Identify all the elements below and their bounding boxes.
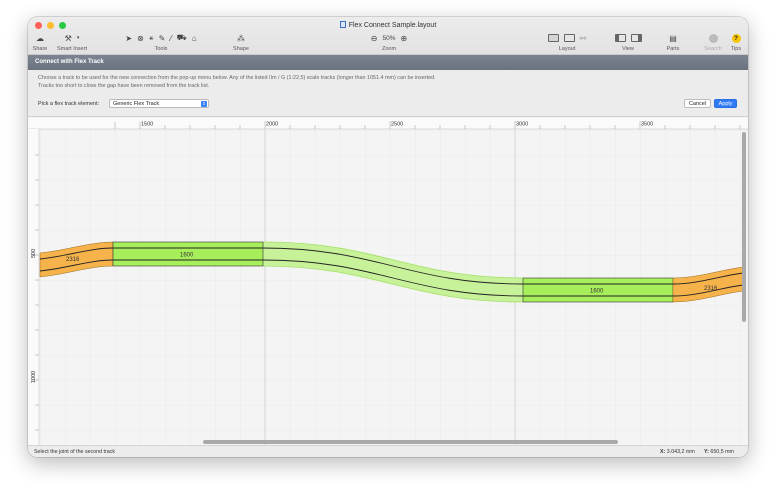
parts-button[interactable]: ▤ Parts [664, 32, 682, 53]
description-line-2: Tracks too short to close the gap have b… [38, 83, 210, 89]
search-label: Search [704, 46, 722, 52]
tips-button[interactable]: ? Tips [728, 32, 744, 52]
share-label: Share [32, 46, 48, 52]
layout-group: ⚯ Layout [542, 32, 592, 52]
share-button[interactable]: ☁ Share [32, 32, 48, 53]
selected-track-value: Generic Flex Track [113, 101, 160, 107]
ruler-y-tick: 500 [31, 249, 37, 258]
popup-arrows-icon: ⇕ [201, 101, 207, 107]
pen-tool-icon[interactable]: ✎ [159, 34, 166, 43]
search-icon [708, 33, 718, 43]
ruler-x-tick: 2500 [391, 122, 403, 128]
flex-track-popup[interactable]: Generic Flex Track ⇕ [109, 99, 209, 108]
dialog-header: Connect with Flex Track [28, 55, 748, 70]
track-plan-svg[interactable]: 1500 2000 2500 3000 3500 500 1000 2316 1… [28, 118, 748, 445]
zoom-label: Zoom [381, 46, 397, 52]
y-coordinate: Y: 650,5 mm [704, 449, 734, 455]
left-straight-track-label: 1600 [180, 253, 194, 259]
right-straight-track-label: 1600 [590, 289, 604, 295]
delete-tool-icon[interactable]: ⊗ [137, 34, 144, 43]
tips-label: Tips [730, 46, 742, 52]
window-title-text: Flex Connect Sample.layout [348, 22, 437, 29]
shape-label: Shape [233, 46, 249, 52]
search-button[interactable]: Search [702, 32, 724, 52]
cancel-button[interactable]: Cancel [684, 99, 711, 108]
train-tool-icon[interactable]: ⛟ [177, 33, 187, 43]
link-icon[interactable]: ⚯ [580, 34, 587, 43]
layout-label: Layout [558, 46, 576, 52]
layout-canvas[interactable]: 1500 2000 2500 3000 3500 500 1000 2316 1… [28, 118, 748, 445]
window-title: Flex Connect Sample.layout [28, 21, 748, 29]
building-tool-icon[interactable]: ⌂ [192, 34, 197, 43]
shape-button[interactable]: ⁂ Shape [230, 32, 252, 53]
ruler-x-tick: 2000 [266, 122, 278, 128]
smart-insert-label: Smart Insert [57, 46, 87, 52]
x-coordinate-label: X: [660, 449, 666, 455]
app-window: Flex Connect Sample.layout ☁ Share ⚒ ▾ Sm… [28, 17, 748, 457]
dialog-description: Choose a track to be used for the new co… [38, 74, 678, 90]
horizontal-scrollbar[interactable] [203, 440, 618, 444]
description-line-1: Choose a track to be used for the new co… [38, 75, 436, 81]
y-coordinate-value: 650,5 mm [710, 449, 734, 455]
ruler-y-tick: 1000 [31, 371, 37, 383]
ruler-x-tick: 3500 [641, 122, 653, 128]
zoom-group: ⊖ 50% ⊕ Zoom [360, 32, 418, 53]
flex-track-panel: Choose a track to be used for the new co… [28, 70, 748, 117]
right-sidebar-icon[interactable] [630, 34, 642, 42]
dialog-title: Connect with Flex Track [35, 59, 104, 65]
split-view-icon[interactable] [563, 34, 575, 42]
y-coordinate-label: Y: [704, 449, 709, 455]
titlebar: Flex Connect Sample.layout ☁ Share ⚒ ▾ Sm… [28, 17, 748, 55]
vertical-scrollbar[interactable] [742, 132, 746, 322]
tools-group: ➤ ⊗ ⚹ ✎ ⁄ ⛟ ⌂ Tools [112, 32, 210, 52]
view-group: View [613, 32, 643, 52]
x-coordinate-value: 3.043,2 mm [666, 449, 695, 455]
tools-label: Tools [154, 46, 168, 52]
ruler-x-tick: 1500 [141, 122, 153, 128]
layout-view-icon[interactable] [547, 34, 559, 42]
left-curved-track-label: 2316 [66, 257, 80, 263]
shape-icon: ⁂ [237, 33, 245, 43]
cloud-icon: ☁ [36, 33, 44, 43]
zoom-in-icon[interactable]: ⊕ [401, 34, 408, 43]
status-message: Select the joint of the second track [34, 449, 115, 455]
zoom-value[interactable]: 50% [382, 35, 395, 42]
left-ruler [28, 129, 39, 445]
zoom-out-icon[interactable]: ⊖ [371, 34, 378, 43]
tips-icon: ? [731, 33, 741, 43]
track-tool-icon[interactable]: ⚹ [149, 33, 154, 43]
chevron-down-icon: ▾ [76, 35, 80, 41]
status-bar: Select the joint of the second track X: … [28, 445, 748, 457]
parts-icon: ▤ [669, 33, 677, 43]
smart-insert-button[interactable]: ⚒ ▾ Smart Insert [55, 32, 89, 53]
document-icon [339, 21, 346, 28]
left-sidebar-icon[interactable] [614, 34, 626, 42]
view-label: View [622, 46, 634, 52]
pick-track-label: Pick a flex track element: [38, 101, 100, 107]
ruler-x-tick: 3000 [516, 122, 528, 128]
apply-button[interactable]: Apply [714, 99, 737, 108]
line-tool-icon[interactable]: ⁄ [170, 34, 171, 43]
x-coordinate: X: 3.043,2 mm [660, 449, 695, 455]
magic-wand-icon: ⚒ [64, 33, 72, 43]
right-curved-track-label: 2316 [704, 286, 718, 292]
parts-label: Parts [666, 46, 680, 52]
pointer-tool-icon[interactable]: ➤ [125, 34, 132, 43]
